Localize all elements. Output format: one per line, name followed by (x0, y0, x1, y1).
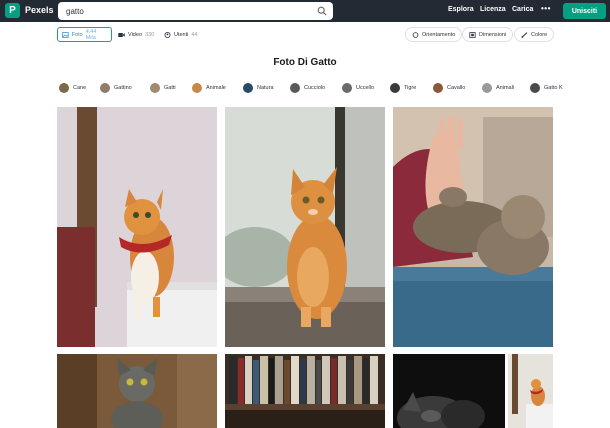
chip-gattino[interactable]: Gattino (100, 81, 132, 95)
photo-image (393, 107, 553, 347)
chip-label: Gattino (114, 85, 132, 91)
tab-users[interactable]: Utenti 44 (160, 27, 202, 42)
filter-bar: Foto 4,44 Mila Video 330 Utenti 44 Orien… (0, 26, 610, 44)
photo-bookshelf-cat[interactable] (225, 354, 385, 428)
chip-label: Cane (73, 85, 87, 91)
chip-uccello[interactable]: Uccello (342, 81, 374, 95)
chip-label: Tigre (404, 85, 417, 91)
chip-cane[interactable]: Cane (59, 81, 86, 95)
chip-avatar (530, 83, 540, 93)
nav-upload-link[interactable]: Carica (512, 6, 533, 13)
orientation-filter-label: Orientamento (422, 31, 456, 38)
chip-gatti[interactable]: Gatti (150, 81, 176, 95)
color-icon (521, 31, 528, 38)
photo-small-cat[interactable] (508, 354, 553, 428)
tab-videos[interactable]: Video 330 (114, 27, 158, 42)
chip-avatar (100, 83, 110, 93)
chip-label: Animale (206, 85, 226, 91)
tab-users-label: Utenti (174, 31, 189, 38)
chip-avatar (433, 83, 443, 93)
chip-label: Natura (257, 85, 274, 91)
tab-photos-label: Foto (71, 31, 83, 38)
color-filter-button[interactable]: Colore (514, 27, 555, 42)
search-input[interactable] (66, 4, 306, 18)
page-title: Foto Di Gatto (273, 57, 337, 68)
photo-image (393, 354, 505, 428)
chip-avatar (482, 83, 492, 93)
nav-license-link[interactable]: Licenza (480, 6, 506, 13)
join-button[interactable]: Unisciti (563, 3, 606, 19)
brand-name[interactable]: Pexels (25, 5, 54, 15)
tab-videos-label: Video (128, 31, 142, 38)
chip-cucciolo[interactable]: Cucciolo (290, 81, 325, 95)
chip-label: Gatti (164, 85, 176, 91)
chip-animale[interactable]: Animale (192, 81, 226, 95)
photo-image (225, 107, 385, 347)
tab-photos-count: 4,44 Mila (85, 28, 97, 41)
chip-avatar (342, 83, 352, 93)
chip-avatar (150, 83, 160, 93)
orientation-filter-button[interactable]: Orientamento (405, 27, 463, 42)
photo-black-cat[interactable] (393, 354, 505, 428)
chip-animali[interactable]: Animali (482, 81, 514, 95)
photo-image (225, 354, 385, 428)
search-box[interactable] (58, 2, 333, 20)
photo-grey-cat[interactable] (57, 354, 217, 428)
orientation-icon (412, 31, 419, 38)
tab-users-count: 44 (191, 31, 198, 38)
color-filter-label: Colore (531, 31, 548, 38)
photo-orange-cat-window[interactable] (225, 107, 385, 347)
photo-image (57, 354, 217, 428)
top-navigation-bar: P Pexels Esplora Licenza Carica ••• Unis… (0, 0, 610, 22)
tab-videos-count: 330 (144, 31, 155, 38)
related-searches-bar: Cane Gattino Gatti Animale Natura Cuccio… (57, 81, 567, 95)
photo-cat-red-scarf[interactable] (57, 107, 217, 347)
nav-explore-link[interactable]: Esplora (448, 6, 474, 13)
chip-gatto-k[interactable]: Gatto K (530, 81, 563, 95)
chip-avatar (192, 83, 202, 93)
chip-avatar (243, 83, 253, 93)
chip-avatar (290, 83, 300, 93)
tab-photos[interactable]: Foto 4,44 Mila (57, 27, 112, 42)
size-filter-button[interactable]: Dimensioni (462, 27, 514, 42)
size-icon (469, 31, 476, 38)
chip-label: Cucciolo (304, 85, 326, 91)
chip-tigre[interactable]: Tigre (390, 81, 416, 95)
chip-label: Uccello (356, 85, 375, 91)
chip-label: Gatto K (544, 85, 563, 91)
chip-label: Cavallo (447, 85, 466, 91)
chip-cavallo[interactable]: Cavallo (433, 81, 465, 95)
user-icon (164, 31, 171, 38)
photo-image (57, 107, 217, 347)
image-icon (62, 31, 69, 38)
chip-avatar (59, 83, 69, 93)
chip-label: Animali (496, 85, 515, 91)
pexels-logo-icon[interactable]: P (5, 3, 20, 18)
photo-image (508, 354, 553, 428)
video-icon (118, 32, 125, 37)
search-icon[interactable] (317, 6, 327, 16)
chip-avatar (390, 83, 400, 93)
photo-cat-high-five[interactable] (393, 107, 553, 347)
size-filter-label: Dimensioni (479, 31, 507, 38)
chip-natura[interactable]: Natura (243, 81, 274, 95)
more-menu-button[interactable]: ••• (541, 4, 551, 13)
